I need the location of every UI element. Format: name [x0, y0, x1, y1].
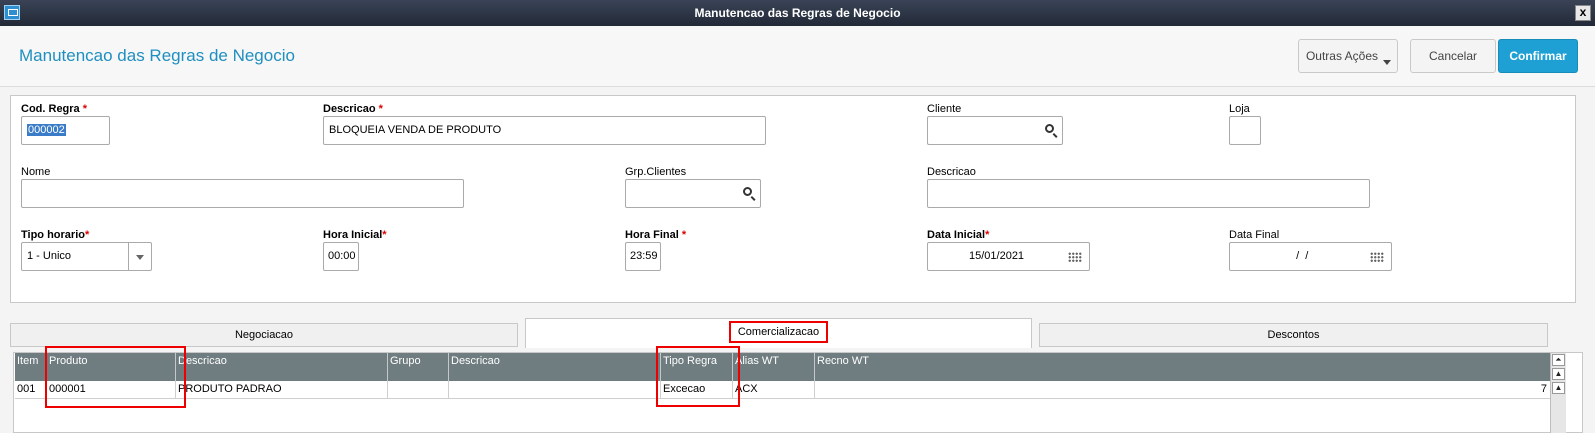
- cell-grupo[interactable]: [388, 381, 449, 398]
- column-header-descricao[interactable]: Descricao: [176, 353, 388, 381]
- cell-descricao[interactable]: PRODUTO PADRAO: [176, 381, 388, 398]
- search-icon[interactable]: [1045, 124, 1054, 133]
- calendar-icon[interactable]: [1068, 252, 1082, 262]
- cod-regra-value: 000002: [27, 124, 66, 136]
- tab-comercializacao[interactable]: Comercializacao: [525, 318, 1032, 348]
- nome-label: Nome: [21, 166, 51, 178]
- cliente-input[interactable]: [927, 116, 1063, 145]
- window-titlebar: Manutencao das Regras de Negocio x: [0, 0, 1595, 26]
- column-header-produto[interactable]: Produto: [47, 353, 176, 381]
- rule-form: Cod. Regra * 000002 Descricao * BLOQUEIA…: [10, 95, 1576, 303]
- outras-acoes-label: Outras Ações: [1305, 49, 1379, 63]
- cancel-button[interactable]: Cancelar: [1410, 39, 1496, 73]
- column-header-descricao-grupo[interactable]: Descricao: [449, 353, 661, 381]
- column-header-tipo-regra[interactable]: Tipo Regra: [661, 353, 733, 381]
- outras-acoes-button[interactable]: Outras Ações: [1298, 39, 1398, 73]
- cell-tipo-regra[interactable]: Excecao: [661, 381, 733, 398]
- tipo-horario-select[interactable]: 1 - Unico: [21, 242, 152, 271]
- column-header-item[interactable]: Item: [15, 353, 47, 381]
- cell-descricao-grupo[interactable]: [449, 381, 661, 398]
- column-header-grupo[interactable]: Grupo: [388, 353, 449, 381]
- tipo-horario-value: 1 - Unico: [27, 250, 72, 262]
- column-header-alias-wt[interactable]: Alias WT: [733, 353, 815, 381]
- cod-regra-label: Cod. Regra *: [21, 103, 88, 115]
- column-header-recno-wt[interactable]: Recno WT: [815, 353, 1550, 381]
- cell-produto[interactable]: 000001: [47, 381, 176, 398]
- select-divider: [128, 243, 129, 270]
- loja-input[interactable]: [1229, 116, 1261, 145]
- descricao2-input[interactable]: [927, 179, 1370, 208]
- window-title: Manutencao das Regras de Negocio: [694, 6, 901, 20]
- descricao-input[interactable]: BLOQUEIA VENDA DE PRODUTO: [323, 116, 766, 145]
- tipo-horario-label: Tipo horario*: [21, 229, 90, 241]
- chevron-down-icon[interactable]: [136, 255, 144, 260]
- hora-inicial-input[interactable]: 00:00: [323, 242, 359, 271]
- data-inicial-label: Data Inicial*: [927, 229, 990, 241]
- loja-label: Loja: [1229, 103, 1250, 115]
- chevron-down-icon: [1383, 60, 1391, 65]
- nome-input[interactable]: [21, 179, 464, 208]
- hora-final-label: Hora Final *: [625, 229, 687, 241]
- cell-item[interactable]: 001: [15, 381, 47, 398]
- grid-header: Item Produto Descricao Grupo Descricao T…: [15, 353, 1550, 381]
- hora-final-input[interactable]: 23:59: [625, 242, 661, 271]
- cliente-label: Cliente: [927, 103, 962, 115]
- search-icon[interactable]: [743, 187, 752, 196]
- scroll-up-icon[interactable]: ▲: [1552, 382, 1565, 394]
- scroll-top-icon[interactable]: ⏶: [1552, 354, 1565, 366]
- tab-comercializacao-label: Comercializacao: [728, 321, 829, 343]
- scroll-up-icon[interactable]: ▲: [1552, 368, 1565, 380]
- table-row[interactable]: 001 000001 PRODUTO PADRAO Excecao ACX 7: [15, 381, 1550, 399]
- grp-clientes-label: Grp.Clientes: [625, 166, 687, 178]
- grid-scrollbar[interactable]: ⏶ ▲ ▲: [1550, 353, 1566, 433]
- hora-inicial-label: Hora Inicial*: [323, 229, 387, 241]
- data-final-label: Data Final: [1229, 229, 1280, 241]
- tab-descontos[interactable]: Descontos: [1039, 323, 1548, 347]
- cod-regra-input[interactable]: 000002: [21, 116, 110, 145]
- descricao-label: Descricao *: [323, 103, 383, 115]
- grp-clientes-input[interactable]: [625, 179, 761, 208]
- tab-bar: Negociacao Comercializacao Descontos: [0, 318, 1595, 352]
- data-final-input[interactable]: / /: [1229, 242, 1392, 271]
- confirm-button[interactable]: Confirmar: [1498, 39, 1578, 73]
- data-final-value: / /: [1290, 250, 1309, 262]
- cell-alias-wt[interactable]: ACX: [733, 381, 815, 398]
- calendar-icon[interactable]: [1370, 252, 1384, 262]
- data-inicial-value: 15/01/2021: [969, 250, 1025, 262]
- page-header: Manutencao das Regras de Negocio Outras …: [0, 26, 1595, 87]
- descricao2-label: Descricao: [927, 166, 976, 178]
- data-inicial-input[interactable]: 15/01/2021: [927, 242, 1090, 271]
- cell-recno-wt[interactable]: 7: [815, 381, 1550, 398]
- page-title: Manutencao das Regras de Negocio: [19, 46, 295, 65]
- close-icon[interactable]: x: [1575, 5, 1591, 21]
- tab-negociacao[interactable]: Negociacao: [10, 323, 518, 347]
